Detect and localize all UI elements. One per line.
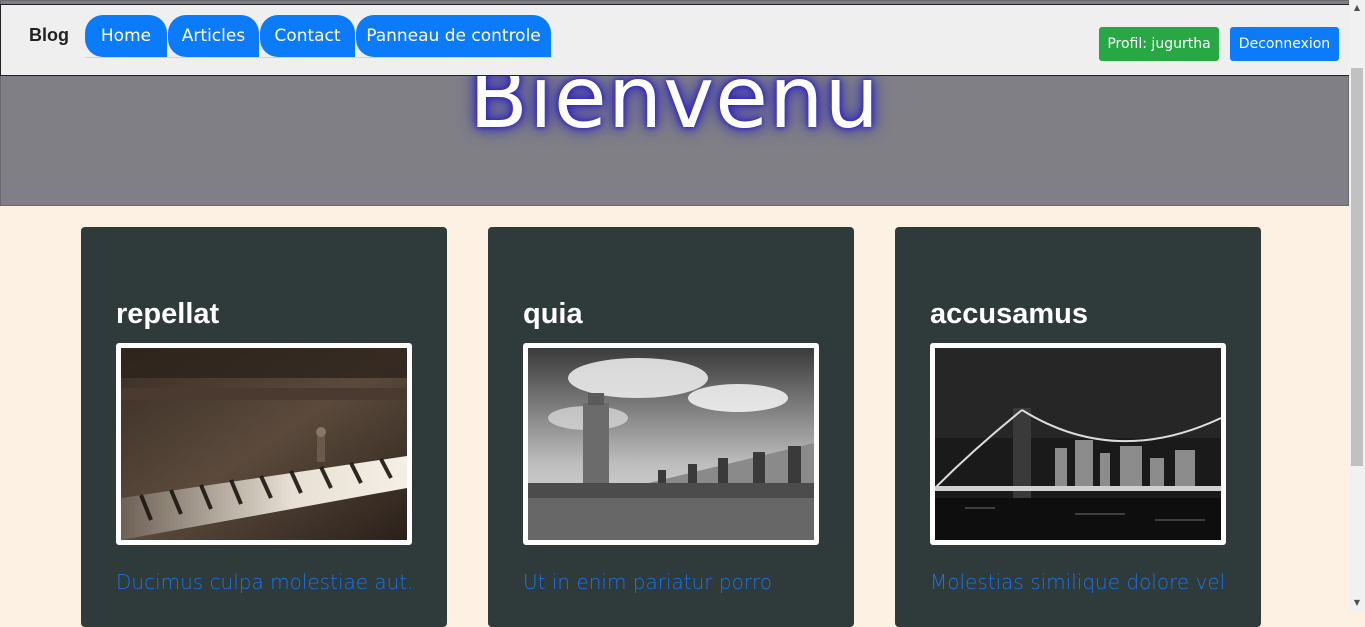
article-title[interactable]: repellat	[116, 298, 219, 331]
bridge-night-photo[interactable]	[930, 343, 1226, 545]
article-card[interactable]: quia Ut in enim pariatur porro	[488, 227, 854, 627]
piano-photo[interactable]	[116, 343, 412, 545]
mosque-image	[528, 348, 814, 540]
brand-link[interactable]: Blog	[29, 25, 69, 46]
page-scrollbar[interactable]: ▲ ▼	[1349, 0, 1365, 611]
scrollbar-thumb[interactable]	[1351, 68, 1363, 466]
profile-button[interactable]: Profil: jugurtha	[1099, 27, 1219, 61]
navbar: Blog Home Articles Contact Panneau de co…	[0, 4, 1365, 76]
article-excerpt[interactable]: Molestias similique dolore vel	[930, 567, 1230, 597]
nav-item-contact[interactable]: Contact	[260, 15, 355, 57]
nav-item-articles[interactable]: Articles	[168, 15, 259, 57]
piano-image	[121, 348, 407, 540]
article-card[interactable]: repellat Ducimus culpa molestiae aut.	[81, 227, 447, 627]
article-card[interactable]: accusamus Molestias similique dolore vel	[895, 227, 1261, 627]
bridge-image	[935, 348, 1221, 540]
article-title[interactable]: quia	[523, 298, 583, 331]
mosque-courtyard-photo[interactable]	[523, 343, 819, 545]
logout-button[interactable]: Deconnexion	[1230, 27, 1339, 61]
article-excerpt[interactable]: Ut in enim pariatur porro	[523, 567, 823, 597]
article-excerpt[interactable]: Ducimus culpa molestiae aut.	[116, 567, 416, 597]
scroll-up-icon[interactable]: ▲	[1349, 0, 1365, 16]
nav-item-home[interactable]: Home	[85, 15, 167, 57]
article-title[interactable]: accusamus	[930, 298, 1088, 331]
nav-list: Home Articles Contact Panneau de control…	[85, 15, 552, 58]
scroll-down-icon[interactable]: ▼	[1349, 595, 1365, 611]
nav-item-control-panel[interactable]: Panneau de controle	[356, 15, 551, 57]
